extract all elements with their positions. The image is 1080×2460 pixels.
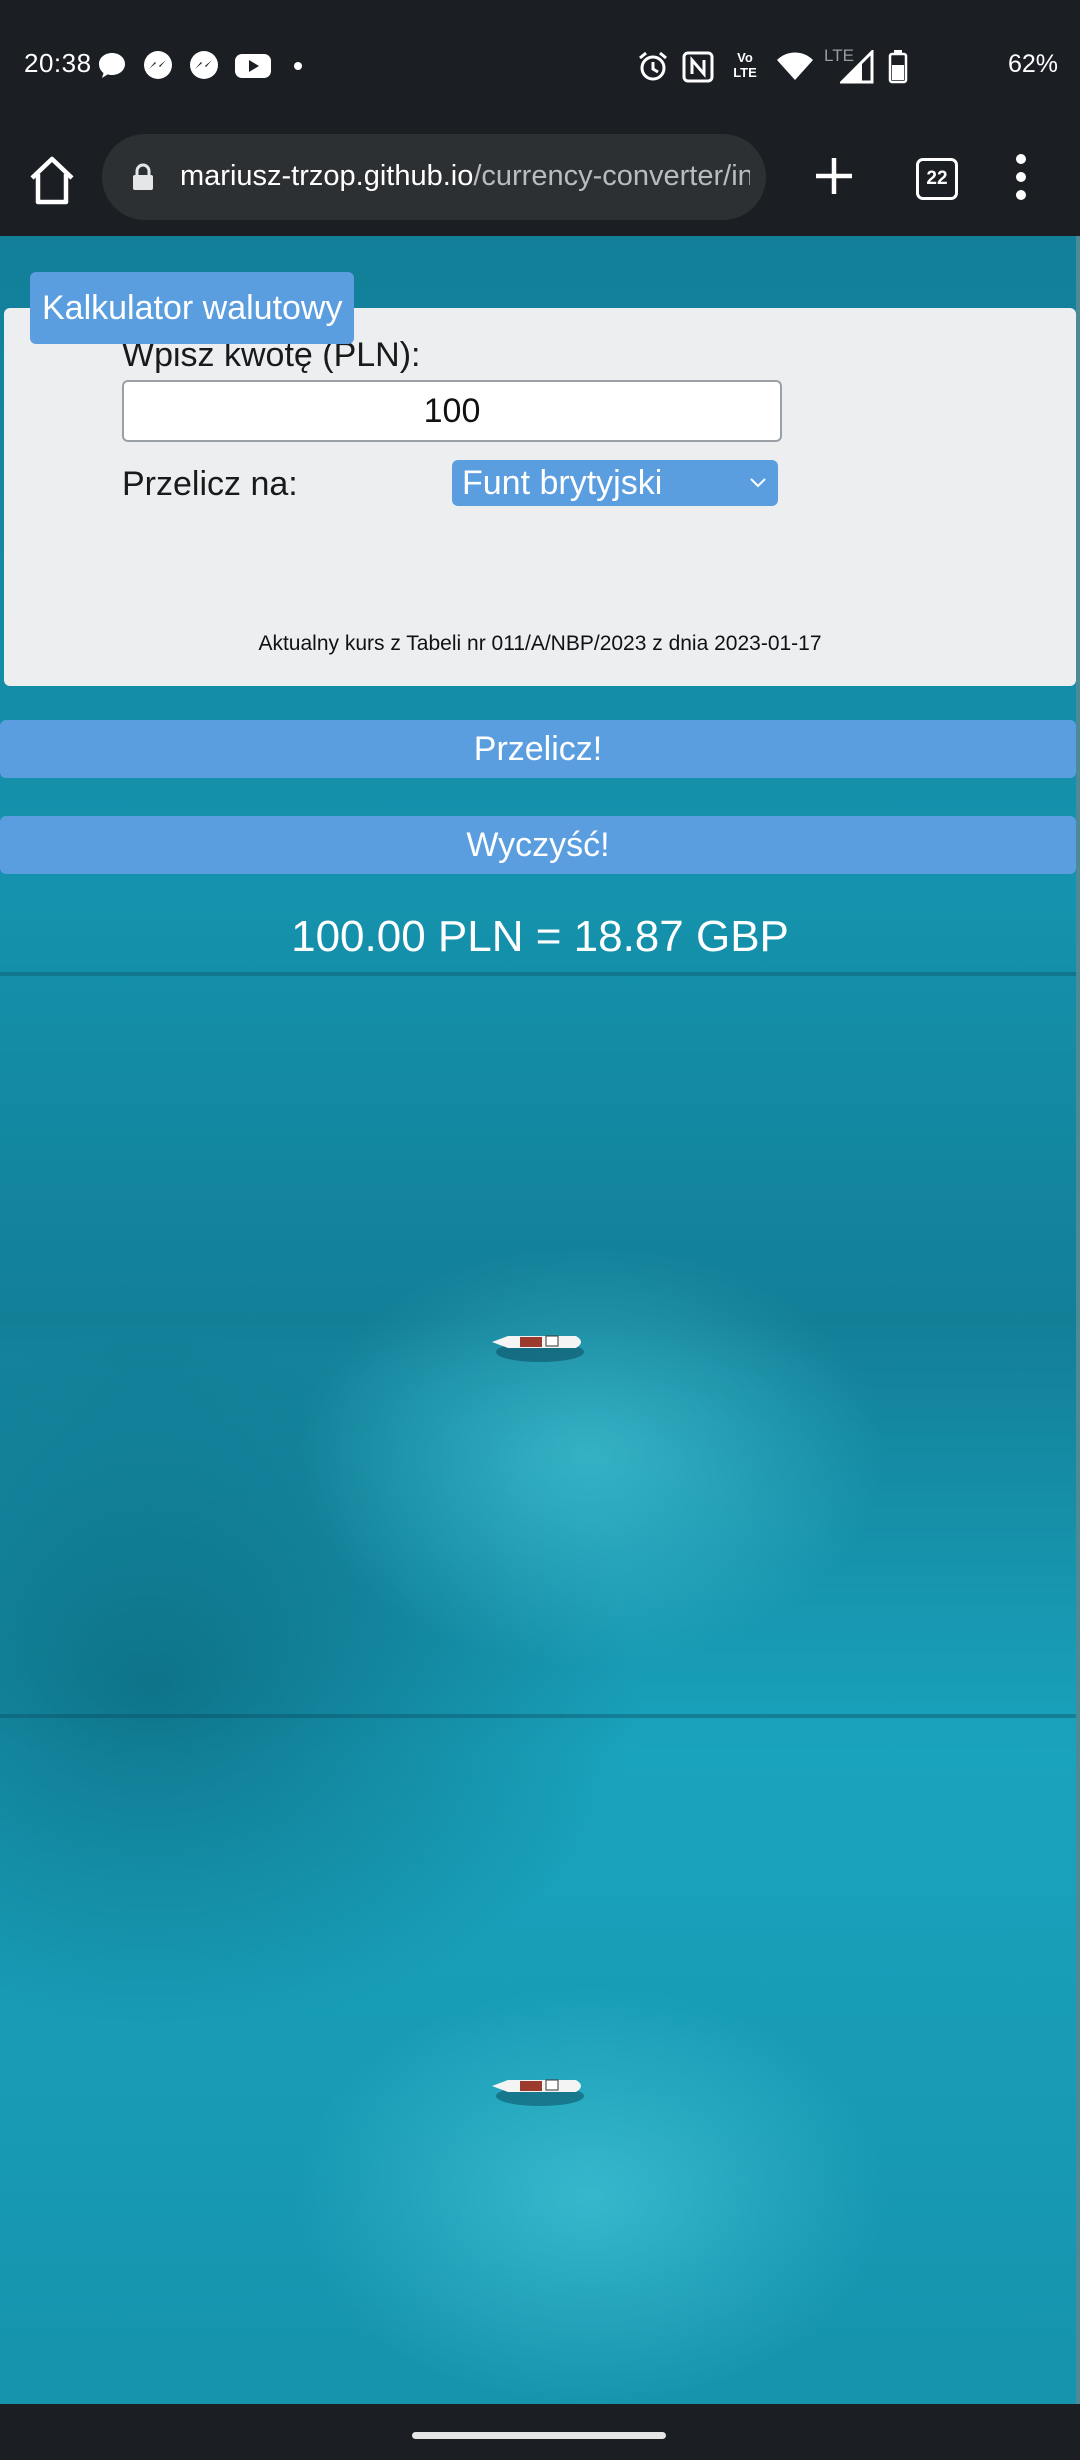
battery-icon	[888, 50, 908, 84]
background-seam	[0, 1714, 1076, 1718]
messenger-icon	[190, 51, 218, 79]
boat-image	[492, 1335, 584, 1362]
url-path: /currency-converter/ind	[473, 160, 750, 192]
dot-icon	[294, 62, 302, 70]
currency-select[interactable]: Funt brytyjski	[452, 460, 778, 506]
alarm-icon	[639, 51, 667, 81]
conversion-result: 100.00 PLN = 18.87 GBP	[291, 912, 789, 961]
lock-icon[interactable]	[132, 163, 154, 191]
overflow-menu-icon[interactable]	[1014, 152, 1028, 202]
system-icons: Vo LTE LTE	[636, 46, 976, 84]
url-host: mariusz-trzop.github.io	[180, 160, 474, 192]
selected-currency: Funt brytyjski	[462, 464, 663, 502]
signal-icon	[840, 50, 874, 84]
volte-icon: Vo LTE	[733, 50, 757, 80]
home-gesture-handle[interactable]	[412, 2432, 666, 2439]
gesture-nav-bar	[0, 2404, 1080, 2460]
currency-label: Przelicz na:	[122, 465, 298, 503]
status-bar: 20:38 Vo LTE LTE 62%	[0, 0, 1080, 128]
wifi-icon	[777, 52, 813, 80]
page-scrollbar[interactable]	[1076, 236, 1080, 2404]
convert-button[interactable]: Przelicz!	[0, 720, 1076, 778]
new-tab-icon[interactable]	[812, 154, 856, 198]
web-page: Kalkulator walutowy Wpisz kwotę (PLN): 1…	[0, 236, 1076, 2404]
url-text[interactable]: mariusz-trzop.github.io/currency-convert…	[180, 160, 750, 193]
amount-input[interactable]: 100	[122, 380, 782, 442]
messenger-icon	[144, 51, 172, 79]
home-icon[interactable]	[28, 154, 76, 206]
battery-percent: 62%	[1007, 50, 1058, 78]
browser-toolbar: mariusz-trzop.github.io/currency-convert…	[0, 128, 1080, 236]
chevron-down-icon	[750, 478, 766, 488]
boat-image	[492, 2079, 584, 2106]
tab-switcher-button[interactable]: 22	[916, 158, 958, 200]
clear-button[interactable]: Wyczyść!	[0, 816, 1076, 874]
address-bar[interactable]: mariusz-trzop.github.io/currency-convert…	[102, 134, 766, 220]
background-seam	[0, 972, 1076, 976]
threads-icon	[99, 53, 125, 78]
exchange-rate-note: Aktualny kurs z Tabeli nr 011/A/NBP/2023…	[258, 632, 822, 655]
nfc-icon	[682, 51, 714, 83]
calculator-title: Kalkulator walutowy	[30, 272, 355, 344]
status-time: 20:38	[24, 48, 92, 78]
youtube-icon	[235, 54, 271, 78]
